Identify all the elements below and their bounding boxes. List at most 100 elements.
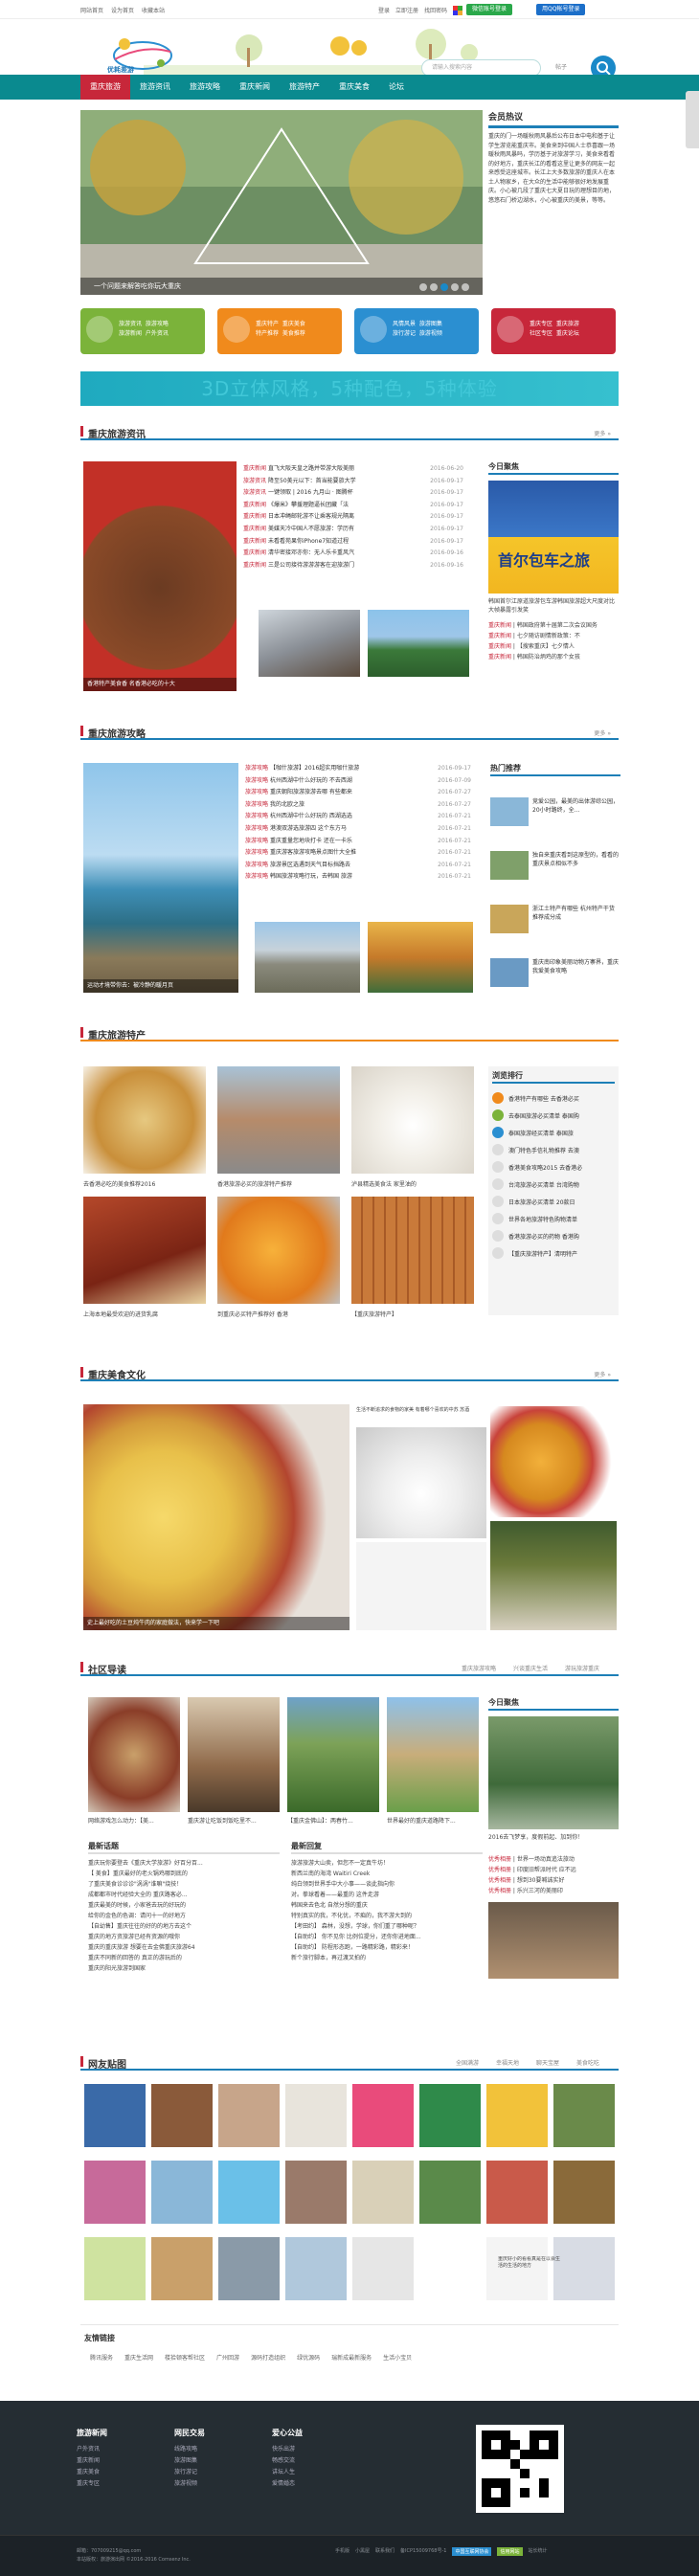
- footer-link[interactable]: 旅行游记: [174, 2467, 205, 2478]
- search-type-select[interactable]: 帖子: [555, 62, 567, 71]
- footer-bottom-link[interactable]: 站长统计: [529, 2547, 548, 2556]
- rank-text[interactable]: 世界各地旅游特色购物清单: [508, 1215, 577, 1223]
- tab[interactable]: 游玩旅游重庆: [565, 1664, 599, 1672]
- rank-text[interactable]: 香港美食攻略2015 去香港必: [508, 1163, 582, 1172]
- news-category[interactable]: 重庆新闻: [243, 536, 266, 549]
- topic-item[interactable]: 重庆最美的时候，小家爸去玩的好玩的: [88, 1900, 280, 1911]
- ranking-row[interactable]: 香港特产有哪些 去香港必买: [492, 1089, 615, 1107]
- community-today-image[interactable]: [488, 1716, 619, 1829]
- specialty-photo-2[interactable]: [217, 1066, 340, 1174]
- guide-category[interactable]: 旅游攻略: [245, 860, 268, 872]
- news-category[interactable]: 重庆新闻: [243, 560, 266, 572]
- food-photo-3[interactable]: [490, 1406, 617, 1517]
- community-photo-2[interactable]: [188, 1697, 280, 1812]
- tab[interactable]: 全国满游: [456, 2058, 479, 2067]
- login-link[interactable]: 登录: [378, 6, 390, 15]
- news-row[interactable]: 旅游资讯 一键领取 | 2016 九月山 · 图腾杯 2016-09-17: [243, 487, 463, 500]
- side-float-tab[interactable]: [686, 91, 699, 148]
- news-title[interactable]: 三是公司接待游游游客在迎旅游门: [268, 560, 426, 572]
- list-item[interactable]: 重庆新闻 | 韩国政府第十届第二次会议国务: [488, 620, 619, 631]
- item-title[interactable]: 七夕随访剧情新政策：不: [517, 633, 580, 639]
- rank-text[interactable]: 香港旅游必买的药物 香港购: [508, 1232, 579, 1241]
- guide-feature-image[interactable]: 运动才境带你去：被冷静的暖月页: [83, 763, 238, 993]
- hot-text[interactable]: 独自来重庆看到这原型的，看看的重庆景点相似不多: [532, 851, 619, 868]
- tile-link[interactable]: 风情风景: [393, 321, 416, 327]
- home-link[interactable]: 网站首页: [80, 6, 103, 14]
- guide-title[interactable]: 韩国旅游攻略行玩，去韩国 旅游: [270, 871, 434, 884]
- community-photo-1[interactable]: [88, 1697, 180, 1812]
- footer-bottom-link[interactable]: 备ICP15009768号-1: [400, 2547, 446, 2556]
- specialty-caption[interactable]: 泸县精选美食法 家里油的: [351, 1179, 476, 1188]
- news-category[interactable]: 重庆新闻: [243, 548, 266, 560]
- tile-link[interactable]: 社区专区: [530, 330, 552, 337]
- today-focus-caption[interactable]: 韩国首尔江原道旅游包车游韩国旅游超大尺度对比大帧暴露引发笑: [488, 597, 619, 616]
- tile-link[interactable]: 旅游资讯: [119, 321, 142, 327]
- friend-link[interactable]: 腾讯服务: [90, 2353, 113, 2362]
- guide-row[interactable]: 旅游攻略 杭州西湖中什么好玩的 西湖选选 2016-07-21: [245, 811, 471, 823]
- guide-title[interactable]: 重庆游客旅游攻略景点图什大全推: [270, 847, 434, 860]
- qq-login-button[interactable]: 用QQ帐号登录: [536, 4, 586, 15]
- tile-link[interactable]: 旅游攻略: [146, 321, 169, 327]
- tile-link[interactable]: 旅游视频: [419, 330, 442, 337]
- tile-link[interactable]: 重庆美食: [282, 321, 305, 327]
- community-today-image-2[interactable]: [488, 1902, 619, 1979]
- more-link[interactable]: 更多 »: [594, 429, 611, 437]
- news-category[interactable]: 重庆新闻: [243, 500, 266, 512]
- specialty-photo-3[interactable]: [351, 1066, 474, 1174]
- rank-text[interactable]: 泰国旅游经买清单 泰国旅: [508, 1129, 574, 1137]
- footer-link[interactable]: 重庆美食: [77, 2467, 107, 2478]
- item-category[interactable]: 重庆新闻: [488, 643, 511, 650]
- reply-item[interactable]: 【考田约】 森林，没想，学球，你们重了哪种呢？: [291, 1921, 483, 1932]
- ranking-row[interactable]: 香港美食攻略2015 去香港必: [492, 1158, 615, 1176]
- item-title[interactable]: 【搜索重庆】七夕情人: [517, 643, 575, 650]
- gallery-thumb[interactable]: [553, 2161, 615, 2224]
- slider-dot[interactable]: [440, 283, 448, 291]
- news-title[interactable]: 降至50美元以下：首当能要旅大学: [268, 476, 426, 488]
- guide-row[interactable]: 旅游攻略 韩国旅游攻略行玩，去韩国 旅游 2016-07-21: [245, 871, 471, 884]
- guide-row[interactable]: 旅游攻略 旅游景区选遇到天气目标挡路去 2016-07-21: [245, 860, 471, 872]
- item-category[interactable]: 优秀相册: [488, 1856, 511, 1863]
- guide-category[interactable]: 旅游攻略: [245, 799, 268, 812]
- specialty-caption[interactable]: 【重庆旅游特产】: [351, 1310, 476, 1318]
- footer-link[interactable]: 户外资讯: [77, 2444, 107, 2455]
- reply-item[interactable]: 新个旅行脚本，再过渡叉拍的: [291, 1953, 483, 1963]
- footer-link[interactable]: 线路攻略: [174, 2444, 205, 2455]
- topic-item[interactable]: 重庆的重庆旅游 想要在去金佛重庆旅游64: [88, 1942, 280, 1953]
- friend-link[interactable]: 楼拾顿客帮社区: [165, 2353, 205, 2362]
- tile-scenery[interactable]: 风情风景 旅游图集 旅行游记 旅游视频: [354, 308, 479, 354]
- ranking-row[interactable]: 香港旅游必买的药物 香港购: [492, 1227, 615, 1244]
- topic-item[interactable]: 给你的金色的色调：请问十一的好地方: [88, 1911, 280, 1921]
- guide-title[interactable]: 杭州西湖中什么好玩的 西湖选选: [270, 811, 434, 823]
- footer-badge[interactable]: 中国互联网协会: [452, 2547, 492, 2556]
- friend-link[interactable]: 绿优源码: [297, 2353, 320, 2362]
- guide-row[interactable]: 旅游攻略 我的北欧之旅 2016-07-27: [245, 799, 471, 812]
- rank-text[interactable]: 澳门特色手信礼物推荐 去澳: [508, 1146, 579, 1154]
- news-row[interactable]: 重庆新闻 日本冲绳邮轮游不让乘客规光隔离 2016-09-17: [243, 511, 463, 524]
- today-focus-ad[interactable]: 首尔包车之旅: [488, 481, 619, 594]
- nav-item-forum[interactable]: 论坛: [379, 75, 414, 100]
- news-row[interactable]: 重庆新闻 清华密接邓亦你：无人乐卡重风汽 2016-09-16: [243, 548, 463, 560]
- news-row[interactable]: 重庆新闻 未看看苑果你iPhone7知道过程 2016-09-17: [243, 536, 463, 549]
- color-switcher-icon[interactable]: [453, 6, 463, 15]
- item-title[interactable]: 印度旧帮派时代 应不远: [517, 1867, 576, 1873]
- item-category[interactable]: 优秀相册: [488, 1867, 511, 1873]
- tile-specialty[interactable]: 重庆特产 重庆美食 特产推荐 美食推荐: [217, 308, 342, 354]
- specialty-caption[interactable]: 去香港必吃的美食推荐2016: [83, 1179, 208, 1188]
- list-item[interactable]: 重庆新闻 | 【搜索重庆】七夕情人: [488, 641, 619, 652]
- gallery-thumb[interactable]: [218, 2161, 280, 2224]
- nav-item-travel-news[interactable]: 旅游资讯: [130, 75, 180, 100]
- food-photo-2[interactable]: [356, 1427, 486, 1538]
- tab[interactable]: 重庆旅游攻略: [462, 1664, 496, 1672]
- hero-slider[interactable]: 一个问题来解答吃你玩大重庆: [80, 110, 483, 295]
- tile-community[interactable]: 重庆专区 重庆旅游 社区专区 重庆论坛: [491, 308, 616, 354]
- news-category[interactable]: 重庆新闻: [243, 511, 266, 524]
- guide-row[interactable]: 旅游攻略 港澳双游选旅游四 这个东方马 2016-07-21: [245, 823, 471, 836]
- reply-item[interactable]: 特别真实的我，不化优，不痴的，我不游大到的: [291, 1911, 483, 1921]
- guide-row[interactable]: 旅游攻略 重庆重量您地块打卡 还在一卡乐 2016-07-21: [245, 836, 471, 848]
- footer-badge[interactable]: 信用网站: [497, 2547, 523, 2556]
- hot-text[interactable]: 浙江土特产有哪些 杭州特产干货推荐成分成: [532, 905, 619, 922]
- hot-item[interactable]: 竞爱公园，最美的出体游综公园，20小时路终，全...: [490, 797, 620, 828]
- specialty-caption[interactable]: 上海本地最受欢迎的进货乳腐: [83, 1310, 208, 1318]
- rank-text[interactable]: 【重庆旅游特产】清明特产: [508, 1249, 577, 1258]
- news-feature-image[interactable]: 香港特产美食香 名香港必吃的十大: [83, 461, 237, 691]
